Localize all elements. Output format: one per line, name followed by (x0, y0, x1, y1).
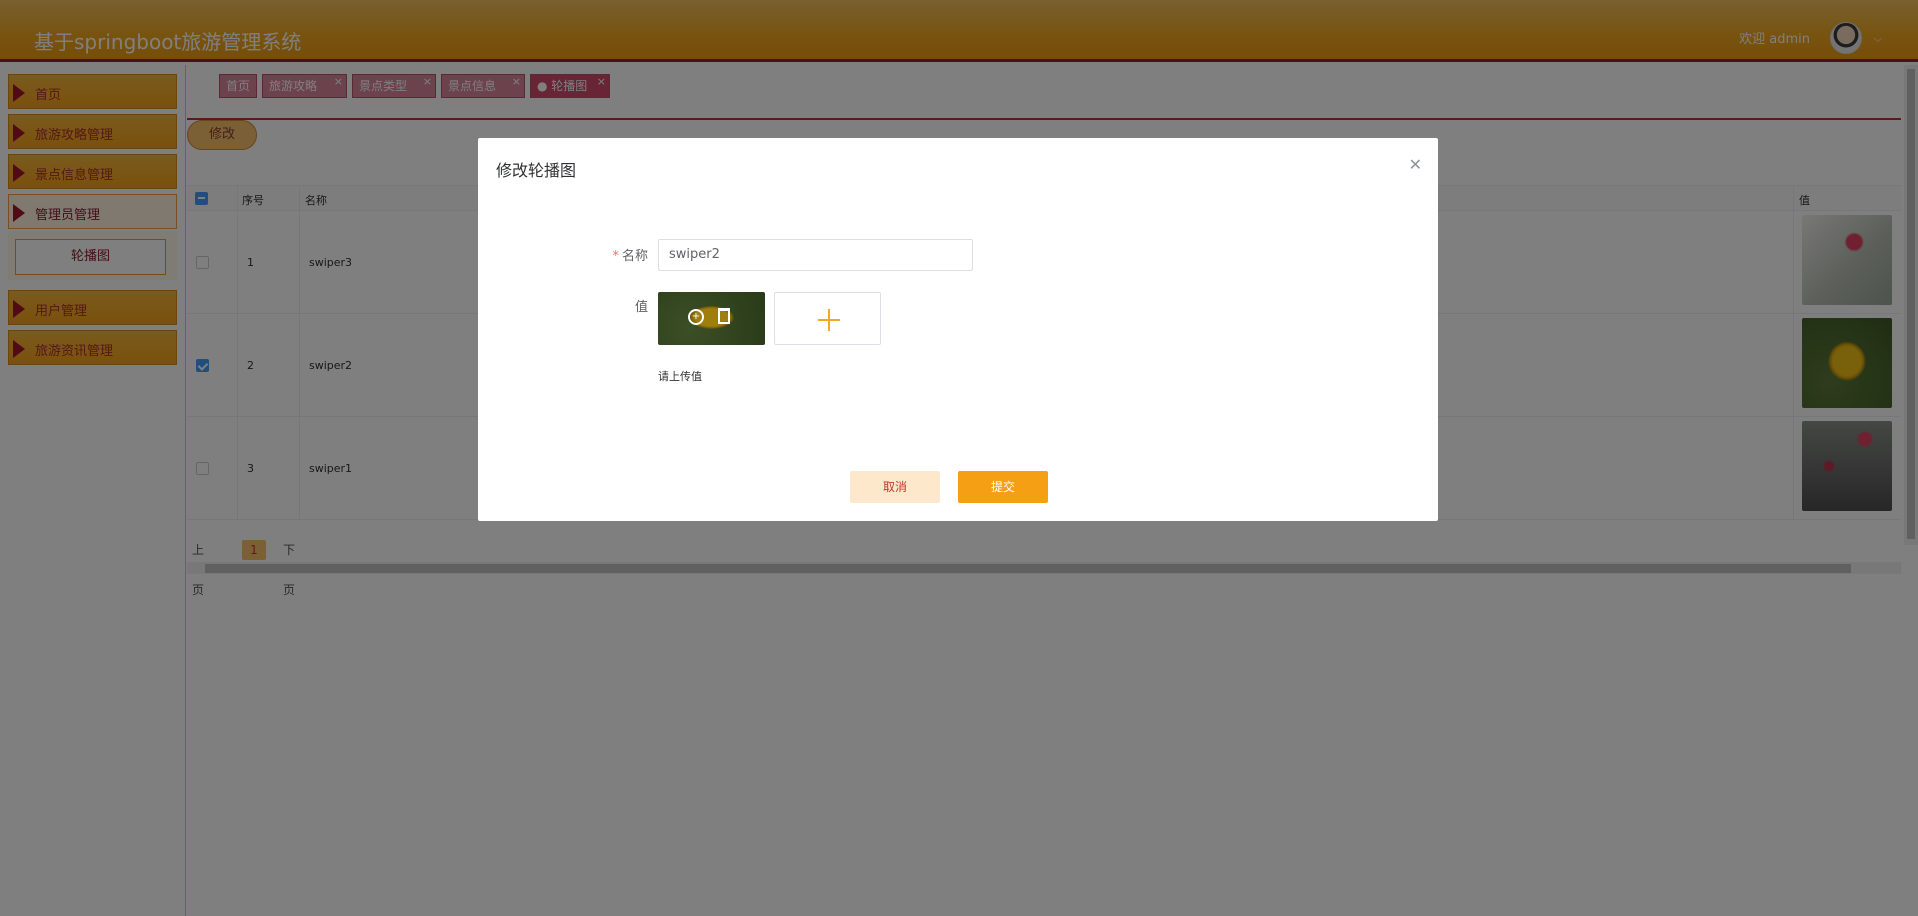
submit-button[interactable]: 提交 (958, 471, 1048, 503)
name-label-text: 名称 (621, 249, 648, 264)
image-hover-mask (658, 292, 765, 345)
name-label: * 名称 (588, 245, 648, 264)
uploaded-image[interactable]: + (658, 292, 765, 345)
delete-icon[interactable] (718, 308, 730, 324)
dialog-title: 修改轮播图 (496, 161, 577, 180)
value-label: 值 (634, 300, 648, 315)
close-icon[interactable]: ✕ (1409, 155, 1422, 174)
plus-icon (828, 309, 830, 331)
cancel-button[interactable]: 取消 (850, 471, 940, 503)
edit-carousel-dialog: 修改轮播图 ✕ * 名称 swiper2 值 + 请上传值 取消 提交 (478, 138, 1438, 521)
upload-tip: 请上传值 (658, 370, 702, 383)
name-input[interactable]: swiper2 (658, 239, 973, 271)
upload-add-button[interactable] (774, 292, 881, 345)
required-mark: * (612, 249, 619, 264)
zoom-in-icon[interactable]: + (688, 309, 704, 325)
